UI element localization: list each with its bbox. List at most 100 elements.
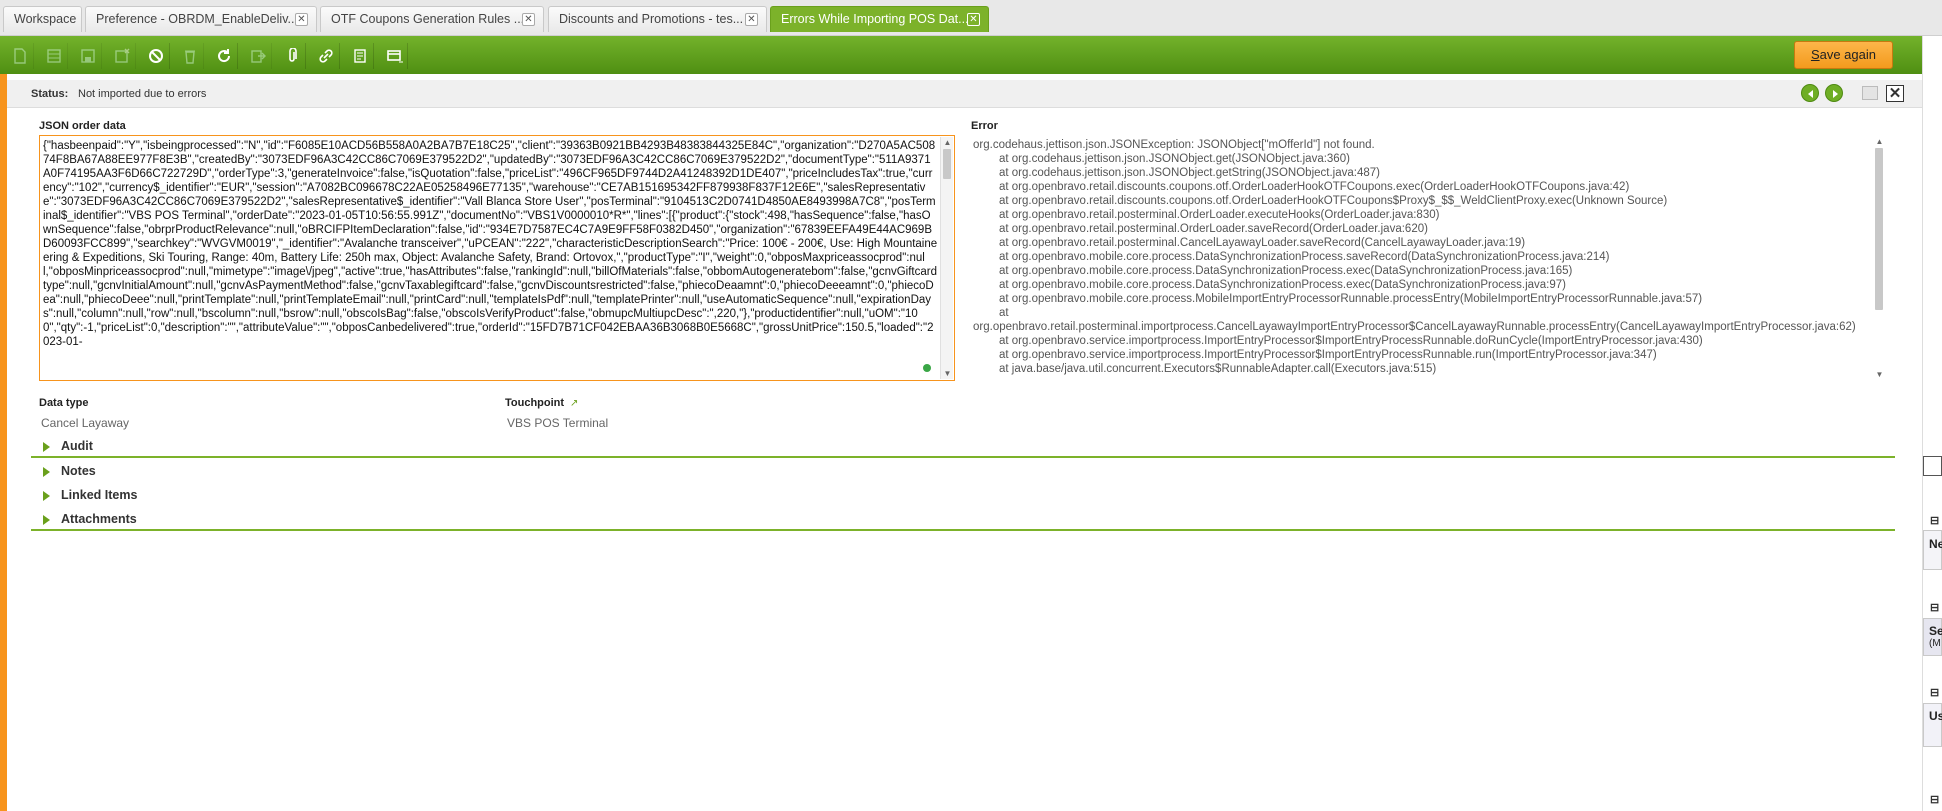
new-row-button[interactable] [40,43,68,69]
close-icon[interactable]: ✕ [522,13,535,26]
expand-icon [43,491,50,501]
error-line: at org.codehaus.jettison.json.JSONObject… [999,153,1350,165]
maximize-icon[interactable] [1862,86,1878,100]
expand-icon [43,515,50,525]
status-value: Not imported due to errors [78,88,207,100]
error-line: at org.openbravo.service.importprocess.I… [999,335,1703,347]
error-line: at org.openbravo.mobile.core.process.Dat… [999,251,1610,263]
scroll-up-icon[interactable]: ▲ [943,138,952,147]
section-label: Attachments [61,512,137,526]
save-close-icon [115,48,130,63]
json-scrollbar[interactable]: ▲ ▼ [940,137,953,379]
collapse-icon[interactable]: ⊟ [1930,686,1939,699]
close-icon[interactable]: ✕ [295,13,308,26]
link-icon [319,49,333,63]
error-line: at org.openbravo.mobile.core.process.Dat… [999,265,1573,277]
left-accent-stripe [0,74,7,811]
error-line: org.codehaus.jettison.json.JSONException… [973,139,1375,151]
right-panel-sublabel: (M [1929,638,1941,649]
tab-label: Workspace [14,12,77,26]
new-document-button[interactable] [6,43,34,69]
right-panel-label: Ne [1929,537,1942,551]
error-label: Error [971,120,998,132]
tab-label: Preference - OBRDM_EnableDeliv... [96,12,298,26]
collapse-icon[interactable]: ⊟ [1930,514,1939,527]
error-line: at org.openbravo.retail.posterminal.Orde… [999,223,1428,235]
section-attachments[interactable]: Attachments [31,509,1895,531]
json-order-data-field[interactable]: {"hasbeenpaid":"Y","isbeingprocessed":"N… [39,135,955,381]
tab-otf-coupons[interactable]: OTF Coupons Generation Rules ... ✕ [320,6,544,32]
tab-label: OTF Coupons Generation Rules ... [331,12,525,26]
refresh-icon [218,49,231,63]
tab-discounts[interactable]: Discounts and Promotions - tes... ✕ [548,6,767,32]
error-field[interactable]: org.codehaus.jettison.json.JSONException… [969,135,1887,381]
export-icon [251,50,266,63]
error-line: at org.codehaus.jettison.json.JSONObject… [999,167,1380,179]
error-line: org.openbravo.retail.posterminal.importp… [973,321,1856,333]
refresh-button[interactable] [210,43,238,69]
save-again-mnemonic: S [1810,47,1820,62]
link-button[interactable] [312,43,340,69]
undo-button[interactable] [142,43,170,69]
section-label: Linked Items [61,488,138,502]
arrow-right-icon [1833,90,1838,98]
tab-preference[interactable]: Preference - OBRDM_EnableDeliv... ✕ [85,6,317,32]
new-row-icon [47,49,61,63]
export-button[interactable] [244,43,272,69]
error-line: at org.openbravo.service.importprocess.I… [999,349,1657,361]
scroll-up-icon[interactable]: ▲ [1875,137,1884,146]
section-audit[interactable]: Audit [31,436,1895,458]
new-document-icon [14,48,26,64]
collapse-icon[interactable]: ⊟ [1930,601,1939,614]
save-close-button[interactable] [108,43,136,69]
external-link-icon[interactable]: ↗ [570,398,578,409]
scroll-thumb[interactable] [1875,148,1883,310]
section-label: Audit [61,439,93,453]
error-scrollbar[interactable]: ▲ ▼ [1873,136,1886,380]
grid-view-button[interactable] [380,43,408,69]
error-value: org.codehaus.jettison.json.JSONException… [973,138,1868,378]
touchpoint-value[interactable]: VBS POS Terminal [507,416,608,430]
next-record-button[interactable] [1825,84,1843,102]
save-icon [81,49,95,63]
error-line: at org.openbravo.retail.posterminal.Orde… [999,209,1440,221]
scroll-down-icon[interactable]: ▼ [943,369,952,378]
previous-record-button[interactable] [1801,84,1819,102]
section-linked-items[interactable]: Linked Items [31,485,1895,507]
close-icon[interactable]: ✕ [745,13,758,26]
status-bar: Status: Not imported due to errors ✕ [7,80,1922,108]
delete-button[interactable] [176,43,204,69]
tab-label: Discounts and Promotions - tes... [559,12,744,26]
resize-handle-dot [923,364,931,372]
attachment-icon [289,48,297,62]
error-line: at [999,307,1009,319]
section-notes[interactable]: Notes [31,461,1895,483]
right-panel-input[interactable] [1923,456,1942,476]
close-icon[interactable]: ✕ [967,13,980,26]
save-again-button[interactable]: Save again [1793,41,1893,69]
tab-workspace[interactable]: Workspace [3,6,82,32]
print-button[interactable] [346,43,374,69]
data-type-label: Data type [39,397,89,409]
status-label: Status: [31,88,69,100]
section-label: Notes [61,464,96,478]
right-panel-label: Se [1929,624,1942,638]
grid-view-icon [387,50,403,63]
attachment-button[interactable] [278,43,306,69]
error-line: at org.openbravo.retail.discounts.coupon… [999,181,1630,193]
arrow-left-icon [1808,90,1813,98]
save-again-label: ave again [1819,47,1876,62]
json-order-data-label: JSON order data [39,120,126,132]
print-icon [354,49,366,63]
save-button[interactable] [74,43,102,69]
collapse-icon[interactable]: ⊟ [1930,793,1939,806]
scroll-down-icon[interactable]: ▼ [1875,370,1884,379]
tab-errors-importing[interactable]: Errors While Importing POS Dat... ✕ [770,6,989,32]
tab-bar: Workspace Preference - OBRDM_EnableDeliv… [0,0,1942,36]
touchpoint-label: Touchpoint [505,397,565,409]
scroll-thumb[interactable] [943,149,951,179]
tab-label: Errors While Importing POS Dat... [781,12,969,26]
json-order-data-value: {"hasbeenpaid":"Y","isbeingprocessed":"N… [43,140,938,348]
undo-icon [149,49,163,63]
close-view-button[interactable]: ✕ [1886,85,1904,102]
